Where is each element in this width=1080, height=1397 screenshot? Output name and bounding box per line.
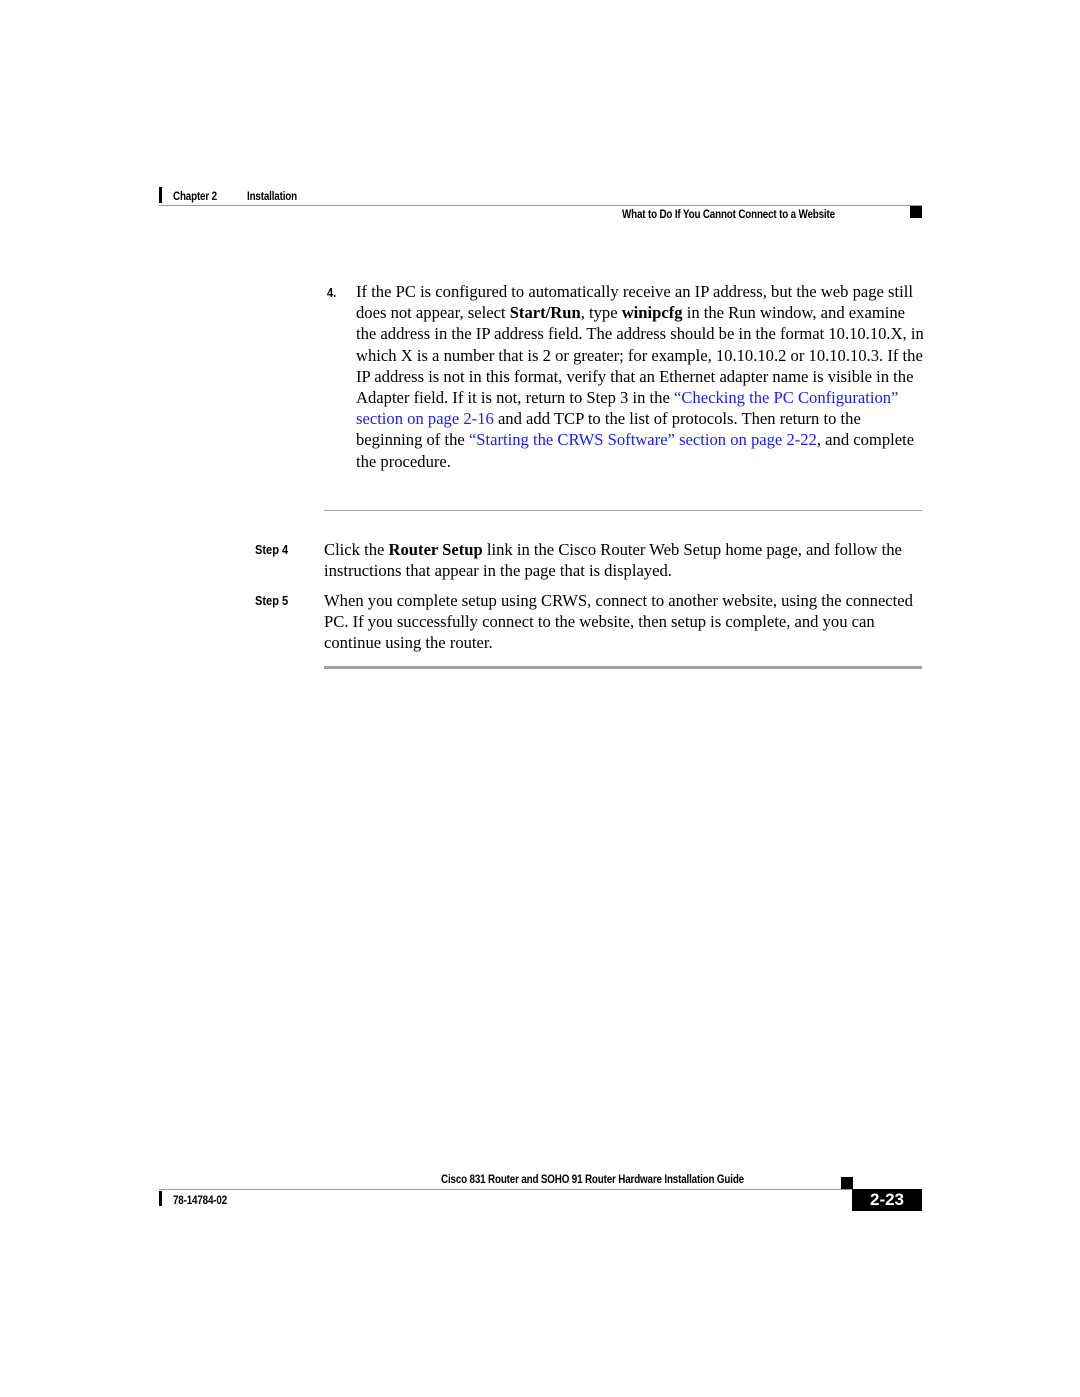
- winipcfg-command: winipcfg: [621, 303, 683, 323]
- footer-marker-square: [841, 1177, 853, 1189]
- start-run-command: Start/Run: [509, 303, 581, 323]
- page-number: 2-23: [852, 1189, 922, 1211]
- header-marker-square: [910, 206, 922, 218]
- list-item-text: If the PC is configured to automatically…: [356, 281, 926, 472]
- text-segment: , type: [580, 303, 622, 323]
- list-item-4: 4. If the PC is configured to automatica…: [323, 281, 926, 472]
- footer-rule: [159, 1189, 852, 1190]
- chapter-label: Chapter 2: [173, 189, 217, 203]
- doc-number: 78-14784-02: [173, 1193, 228, 1207]
- header-left-bar: [159, 187, 162, 203]
- step-4-text: Click the Router Setup link in the Cisco…: [324, 539, 924, 581]
- list-item-number: 4.: [327, 285, 337, 300]
- guide-title: Cisco 831 Router and SOHO 91 Router Hard…: [441, 1172, 744, 1186]
- step-4-label: Step 4: [255, 542, 289, 557]
- item-divider: [324, 510, 922, 511]
- text-segment: Click the: [324, 540, 389, 559]
- step-5-label: Step 5: [255, 593, 289, 608]
- procedure-end-rule: [324, 666, 922, 669]
- router-setup-link-name: Router Setup: [388, 540, 483, 559]
- footer-left-bar: [159, 1191, 162, 1206]
- step-5-text: When you complete setup using CRWS, conn…: [324, 591, 913, 653]
- chapter-title: Installation: [247, 189, 297, 203]
- header-rule: [159, 205, 922, 206]
- section-title: What to Do If You Cannot Connect to a We…: [622, 207, 835, 221]
- starting-crws-link[interactable]: “Starting the CRWS Software” section on …: [469, 430, 817, 449]
